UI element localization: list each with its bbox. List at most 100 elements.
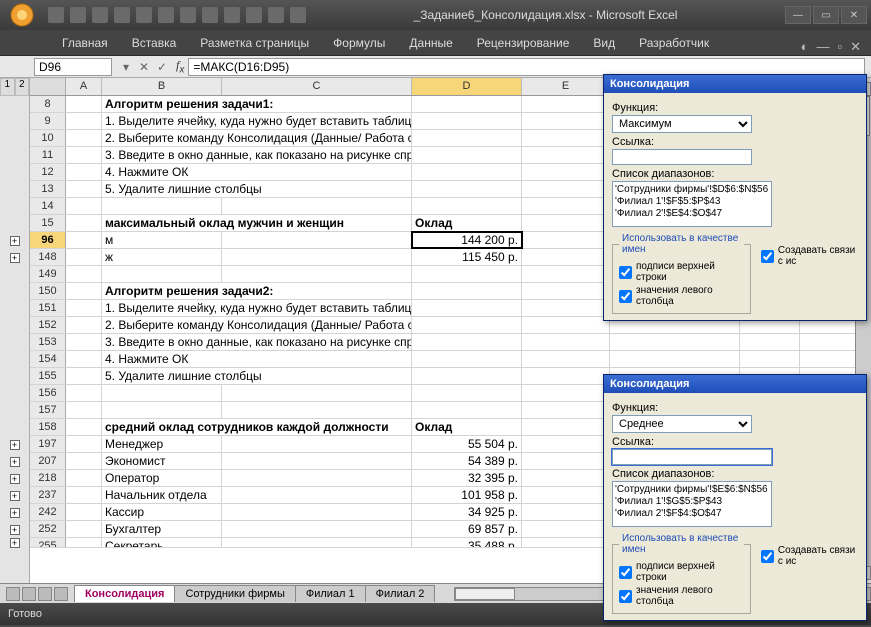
cell[interactable]: 1. Выделите ячейку, куда нужно будет вст… [102,300,412,316]
cell[interactable] [522,283,610,299]
cell[interactable] [412,113,522,129]
select-all-corner[interactable] [30,78,66,95]
cell[interactable] [522,266,610,282]
cell[interactable] [522,130,610,146]
cell[interactable]: Бухгалтер [102,521,222,537]
row-header[interactable]: 237 [30,487,66,503]
qat-btn[interactable] [246,7,262,23]
cell[interactable]: 69 857 р. [412,521,522,537]
sheet-tab[interactable]: Филиал 2 [365,585,436,602]
row-header[interactable]: 255 [30,538,66,547]
ribbon-tab[interactable]: Вставка [120,31,189,55]
cell[interactable] [66,164,102,180]
row-header[interactable]: 14 [30,198,66,214]
create-links-checkbox[interactable] [761,550,774,563]
row-header[interactable]: 148 [30,249,66,265]
outline-expand-icon[interactable]: + [10,236,20,246]
function-select[interactable]: Среднее [612,415,752,433]
tab-nav-next-icon[interactable] [38,587,52,601]
ribbon-tab[interactable]: Разработчик [627,31,721,55]
cell[interactable] [66,436,102,452]
qat-undo-icon[interactable] [70,7,86,23]
ribbon-tab[interactable]: Вид [581,31,627,55]
list-item[interactable]: 'Филиал 1'!$G$5:$P$43 [615,496,769,508]
name-box[interactable]: D96 [34,58,112,76]
close-button[interactable]: ✕ [841,6,867,24]
col-header[interactable]: B [102,78,222,95]
row-header[interactable]: 13 [30,181,66,197]
cell[interactable] [522,453,610,469]
cell[interactable] [522,198,610,214]
cell[interactable] [222,385,412,401]
cell[interactable] [102,266,222,282]
cell[interactable] [522,385,610,401]
cell[interactable] [66,113,102,129]
row-header[interactable]: 207 [30,453,66,469]
ribbon-restore-icon[interactable]: ▫ [837,39,842,55]
cell[interactable] [522,521,610,537]
outline-level[interactable]: 1 [0,78,15,96]
row-header[interactable]: 10 [30,130,66,146]
cell[interactable] [412,368,522,384]
cell[interactable] [222,470,412,486]
cell[interactable]: Оклад [412,419,522,435]
row-header[interactable]: 156 [30,385,66,401]
list-item[interactable]: 'Филиал 2'!$E$4:$O$47 [615,208,769,220]
cell[interactable] [222,521,412,537]
row-header[interactable]: 149 [30,266,66,282]
cell[interactable] [522,215,610,231]
cell[interactable] [66,453,102,469]
ribbon-close-icon[interactable]: ✕ [850,39,861,55]
cell[interactable] [522,487,610,503]
cell[interactable]: Начальник отдела [102,487,222,503]
row-header[interactable]: 8 [30,96,66,112]
col-header[interactable]: D [412,78,522,95]
formula-dropdown-icon[interactable]: ▾ [118,60,134,74]
cell[interactable] [222,198,412,214]
cell[interactable] [66,130,102,146]
cell[interactable]: 3. Введите в окно данные, как показано н… [102,147,412,163]
row-header[interactable]: 153 [30,334,66,350]
cell[interactable]: 101 958 р. [412,487,522,503]
cell[interactable] [102,385,222,401]
row-header[interactable]: 96 [30,232,66,248]
list-item[interactable]: 'Сотрудники фирмы'!$E$6:$N$56 [615,484,769,496]
cancel-formula-icon[interactable]: ✕ [136,60,152,74]
cell[interactable] [412,351,522,367]
enter-formula-icon[interactable]: ✓ [154,60,170,74]
cell[interactable] [522,419,610,435]
row-header[interactable]: 11 [30,147,66,163]
cell[interactable]: 3. Введите в окно данные, как показано н… [102,334,412,350]
cell[interactable] [412,198,522,214]
row-header[interactable]: 152 [30,317,66,333]
outline-expand-icon[interactable]: + [10,491,20,501]
outline-expand-icon[interactable]: + [10,253,20,263]
row-header[interactable]: 157 [30,402,66,418]
cell[interactable] [610,351,740,367]
cell[interactable] [412,317,522,333]
cell[interactable]: 32 395 р. [412,470,522,486]
cell[interactable]: Экономист [102,453,222,469]
cell[interactable] [66,351,102,367]
cell[interactable] [522,317,610,333]
cell[interactable] [522,351,610,367]
cell[interactable] [66,283,102,299]
outline-expand-icon[interactable]: + [10,474,20,484]
cell[interactable]: Менеджер [102,436,222,452]
cell[interactable]: 54 389 р. [412,453,522,469]
cell[interactable] [412,181,522,197]
cell[interactable]: максимальный оклад мужчин и женщин [102,215,412,231]
function-select[interactable]: Максимум [612,115,752,133]
cell[interactable]: 5. Удалите лишние столбцы [102,368,412,384]
cell[interactable] [412,96,522,112]
minimize-button[interactable]: — [785,6,811,24]
top-row-checkbox[interactable] [619,566,632,579]
cell[interactable] [412,164,522,180]
cell[interactable]: 1. Выделите ячейку, куда нужно будет вст… [102,113,412,129]
cell[interactable] [66,402,102,418]
cell[interactable]: ж [102,249,222,265]
ribbon-tab[interactable]: Данные [397,31,464,55]
cell[interactable] [522,164,610,180]
cell[interactable] [412,300,522,316]
cell[interactable] [66,215,102,231]
